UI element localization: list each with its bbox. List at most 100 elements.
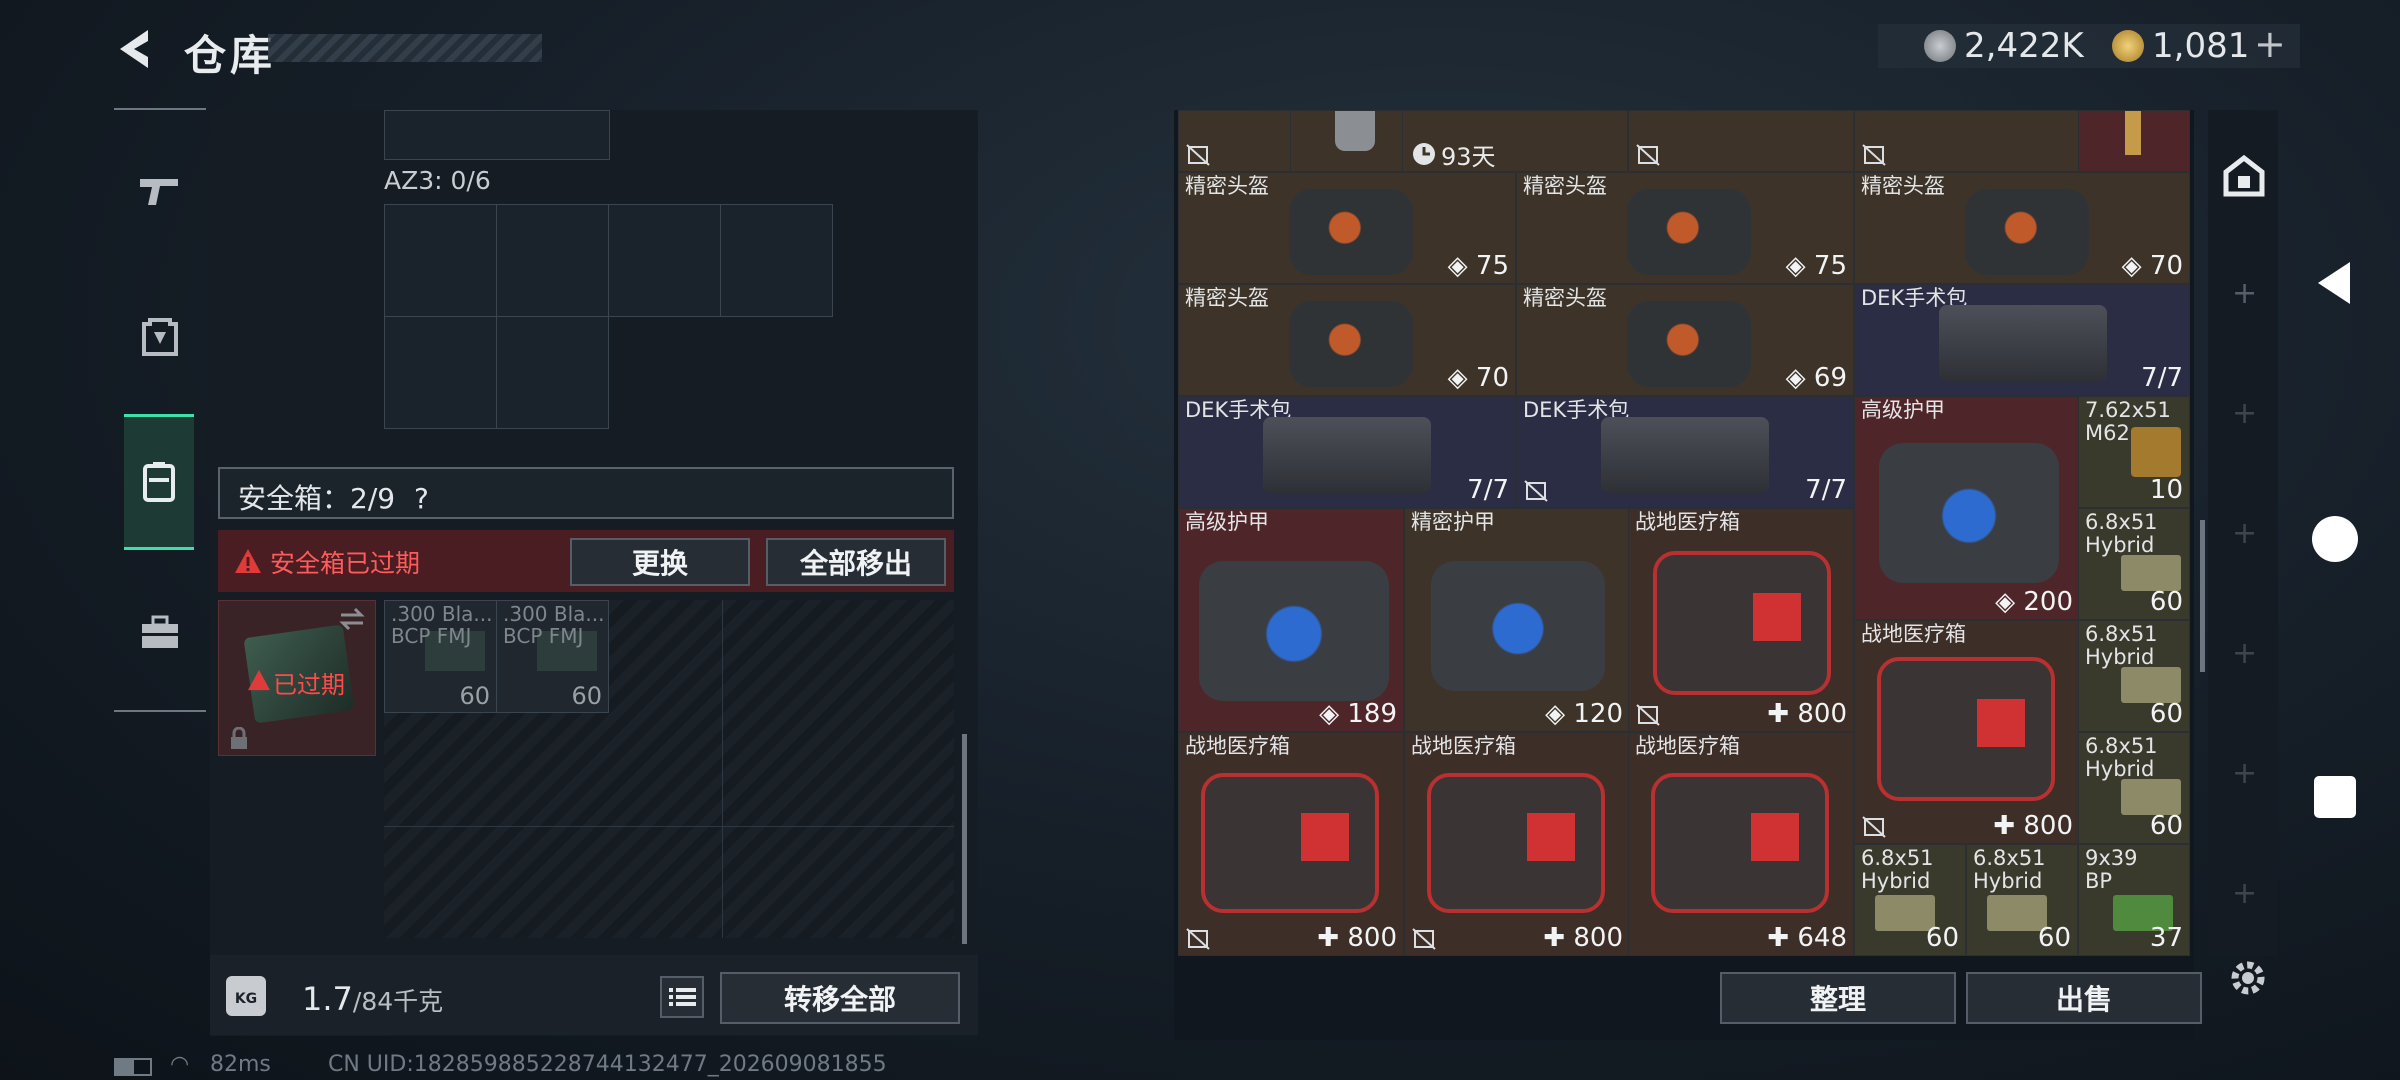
item-count: 60 <box>2149 587 2183 617</box>
inventory-item[interactable]: 高级护甲 ◈ 189 <box>1178 508 1404 732</box>
durability-value: 200 <box>2023 587 2073 617</box>
ammo-slot[interactable]: .300 Bla... BCP FMJ 60 <box>496 600 609 713</box>
inventory-item[interactable]: 6.8x51 Hybrid 60 <box>2078 508 2190 620</box>
transfer-all-button[interactable]: 转移全部 <box>720 972 960 1024</box>
add-tab-button[interactable]: + <box>2232 876 2257 911</box>
ammo-box-image <box>2121 667 2181 703</box>
inventory-item[interactable]: 精密头盔 ◈ 75 <box>1178 172 1516 284</box>
inventory-item[interactable]: 战地医疗箱 ✚ 800 <box>1628 508 1854 732</box>
uid-text: CN UID:182859885228744132477_20260908185… <box>328 1052 887 1077</box>
add-tab-button[interactable]: + <box>2232 396 2257 431</box>
inventory-item[interactable]: 精密头盔 ◈ 70 <box>1854 172 2190 284</box>
help-icon[interactable]: ? <box>414 482 429 515</box>
az3-label: AZ3: 0/6 <box>384 166 491 195</box>
inventory-item[interactable]: 战地医疗箱 ✚ 800 <box>1404 732 1630 956</box>
system-back-icon[interactable] <box>2310 258 2360 308</box>
inventory-item[interactable]: 战地医疗箱 ✚ 800 <box>1178 732 1404 956</box>
add-tab-button[interactable]: + <box>2232 636 2257 671</box>
right-scrollbar[interactable] <box>2200 520 2205 672</box>
inventory-item[interactable]: 6.8x51 Hybrid 60 <box>2078 732 2190 844</box>
item-count: 60 <box>2149 811 2183 841</box>
no-trade-icon <box>1636 144 1660 166</box>
inventory-item[interactable] <box>1178 110 1291 172</box>
back-arrow-icon[interactable] <box>110 24 160 74</box>
item-durability: ◈ 200 <box>1995 587 2073 617</box>
inventory-item[interactable] <box>1628 110 1854 172</box>
item-durability: ◈ 69 <box>1785 363 1847 393</box>
inventory-item[interactable]: 6.8x51 Hybrid 60 <box>1854 844 1966 956</box>
warehouse-tab-icon[interactable] <box>2220 152 2268 200</box>
item-name: 战地医疗箱 <box>1635 734 1740 758</box>
tab-toolbox[interactable] <box>114 572 206 692</box>
safebox-case-slot[interactable]: 已过期 <box>218 600 376 756</box>
weight-icon: KG <box>226 976 266 1016</box>
list-view-button[interactable] <box>660 976 704 1018</box>
add-tab-button[interactable]: + <box>2232 276 2257 311</box>
add-currency-button[interactable]: + <box>2254 22 2286 66</box>
tab-backpack[interactable] <box>114 276 206 396</box>
inventory-item[interactable] <box>1854 110 2080 172</box>
inventory-item[interactable]: 高级护甲 ◈ 200 <box>1854 396 2080 620</box>
settings-gear-icon[interactable] <box>2226 956 2270 1000</box>
item-uses: 7/7 <box>2141 363 2183 393</box>
inventory-item[interactable]: DEK手术包 7/7 <box>1178 396 1516 508</box>
inventory-item[interactable]: 6.8x51 Hybrid 60 <box>1966 844 2078 956</box>
inventory-item[interactable]: 精密头盔 ◈ 70 <box>1178 284 1516 396</box>
remove-all-button[interactable]: 全部移出 <box>766 538 946 586</box>
tab-weapons[interactable] <box>114 130 206 250</box>
lock-icon <box>231 727 247 749</box>
inventory-item[interactable]: DEK手术包 7/7 <box>1854 284 2190 396</box>
item-count: 60 <box>1925 923 1959 953</box>
safebox-header: 安全箱：2/9 ? <box>218 467 954 519</box>
add-tab-button[interactable]: + <box>2232 516 2257 551</box>
durability-value: 75 <box>1475 251 1509 281</box>
system-recents-icon[interactable] <box>2310 772 2360 822</box>
durability-value: 69 <box>1813 363 1847 393</box>
grid-slot[interactable] <box>496 204 609 317</box>
inventory-item[interactable]: 战地医疗箱 ✚ 648 <box>1628 732 1854 956</box>
ammo-count: 60 <box>571 682 602 710</box>
grid-slot[interactable] <box>720 204 833 317</box>
inventory-item[interactable]: 7.62x51 M62 10 <box>2078 396 2190 508</box>
grid-slot[interactable] <box>496 316 609 429</box>
ammo-name: .300 Bla... <box>503 602 605 626</box>
armor-image <box>1199 561 1389 701</box>
inventory-item[interactable] <box>2078 110 2190 172</box>
upper-grid[interactable] <box>384 110 610 160</box>
replace-button[interactable]: 更换 <box>570 538 750 586</box>
grid-slot[interactable] <box>384 204 497 317</box>
inventory-item[interactable]: 93天 <box>1402 110 1628 172</box>
inventory-item[interactable]: 精密头盔 ◈ 75 <box>1516 172 1854 284</box>
grid-slot[interactable] <box>608 204 721 317</box>
expiry-days: 93天 <box>1441 143 1496 171</box>
grid-slot[interactable] <box>384 316 497 429</box>
no-trade-icon <box>1524 480 1548 502</box>
inventory-item[interactable]: 6.8x51 Hybrid 60 <box>2078 620 2190 732</box>
title-decoration <box>268 34 542 62</box>
sort-button[interactable]: 整理 <box>1720 972 1956 1024</box>
inventory-item[interactable]: DEK手术包 7/7 <box>1516 396 1854 508</box>
item-hp: ✚ 800 <box>1767 699 1847 729</box>
safebox-label: 安全箱：2/9 <box>238 482 396 515</box>
inventory-item[interactable] <box>1290 110 1403 172</box>
tab-safebox[interactable] <box>124 414 194 550</box>
ammo-slot[interactable]: .300 Bla... BCP FMJ 60 <box>384 600 497 713</box>
system-home-icon[interactable] <box>2310 514 2360 564</box>
helmet-image <box>1289 301 1413 387</box>
inventory-item[interactable]: 战地医疗箱 ✚ 800 <box>1854 620 2080 844</box>
medkit-image <box>1653 551 1831 695</box>
inventory-item[interactable]: 9x39 BP 37 <box>2078 844 2190 956</box>
inventory-item[interactable]: 精密护甲 ◈ 120 <box>1404 508 1630 732</box>
item-uses: 7/7 <box>1805 475 1847 505</box>
backpack-icon <box>142 318 178 356</box>
inventory-item[interactable]: 精密头盔 ◈ 69 <box>1516 284 1854 396</box>
item-hp: ✚ 648 <box>1767 923 1847 953</box>
add-tab-button[interactable]: + <box>2232 756 2257 791</box>
swap-icon[interactable] <box>337 607 367 631</box>
item-durability: ◈ 70 <box>1447 363 1509 393</box>
item-count: 37 <box>2149 923 2183 953</box>
silver-amount: 2,422K <box>1964 26 2084 66</box>
item-hp: ✚ 800 <box>1993 811 2073 841</box>
sell-button[interactable]: 出售 <box>1966 972 2202 1024</box>
left-scrollbar[interactable] <box>962 734 967 944</box>
